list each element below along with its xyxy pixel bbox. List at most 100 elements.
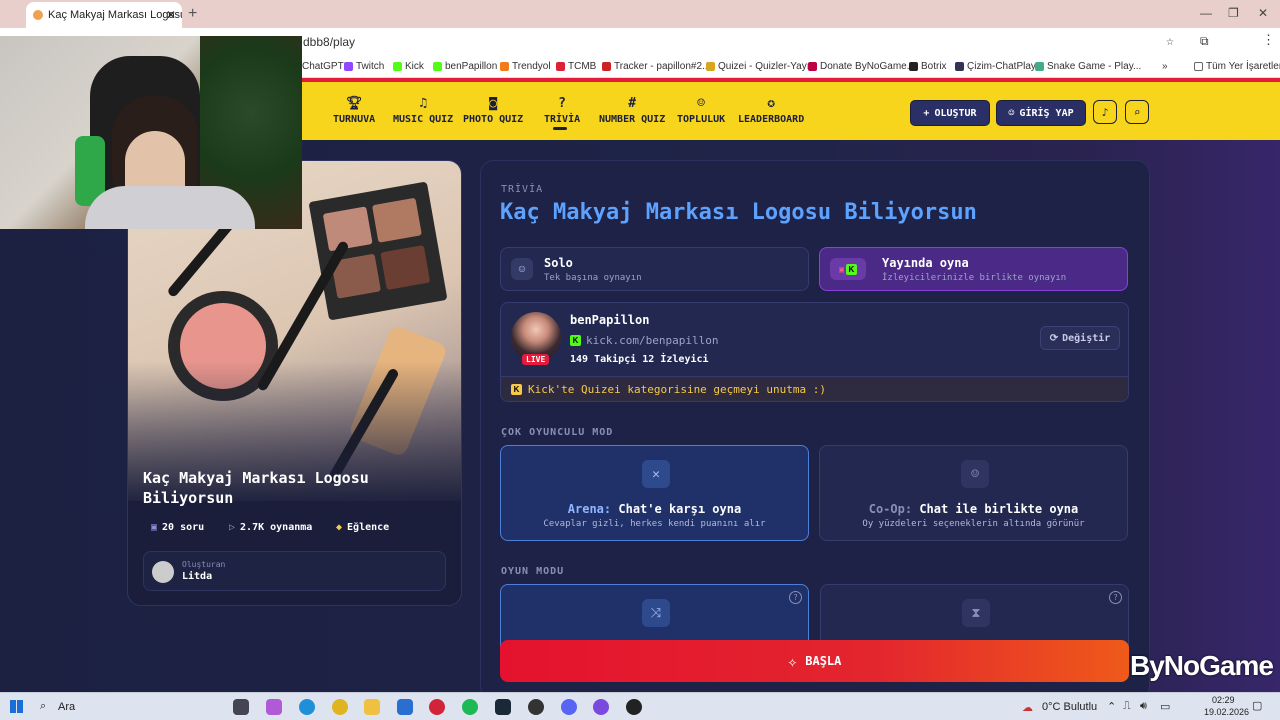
start-button[interactable]: ✧ BAŞLA: [500, 640, 1129, 682]
copilot-icon[interactable]: [266, 699, 282, 715]
bookmark-item[interactable]: Kick: [393, 61, 424, 72]
bookmark-item[interactable]: Snake Game - Play...: [1035, 61, 1141, 72]
kick-icon: K: [570, 335, 581, 346]
nav-number-quiz[interactable]: # NUMBER QUIZ: [599, 96, 665, 125]
streamer-sweater-image: [85, 186, 255, 229]
hash-icon: #: [628, 96, 637, 111]
tray-chevron-icon[interactable]: ⌃: [1107, 700, 1116, 713]
clock-time[interactable]: 02:29: [1212, 695, 1235, 705]
coop-prefix: Co-Op:: [868, 502, 913, 516]
new-tab-button[interactable]: +: [188, 5, 197, 23]
medal-icon: ✪: [767, 96, 776, 111]
bynogame-logo: ByNoGame: [1130, 650, 1274, 681]
help-icon[interactable]: ?: [789, 591, 802, 604]
creator-name[interactable]: Litda: [182, 571, 212, 582]
all-bookmarks-button[interactable]: Tüm Yer İşaretleri: [1194, 61, 1280, 72]
clock-date[interactable]: 19.02.2026: [1204, 707, 1249, 717]
bookmark-item[interactable]: Twitch: [344, 61, 384, 72]
arena-mode-option[interactable]: ✕ Arena: Chat'e karşı oyna Cevaplar gizl…: [500, 445, 809, 541]
quiz-category: TRİVİA: [501, 184, 544, 195]
create-button[interactable]: + OLUŞTUR: [910, 100, 990, 126]
battery-icon[interactable]: ▭: [1160, 700, 1170, 713]
star-icon[interactable]: ☆: [1166, 34, 1174, 49]
bookmark-item[interactable]: benPapillon: [433, 61, 497, 72]
solo-title: Solo: [544, 256, 573, 270]
bookmark-item[interactable]: Botrix: [909, 61, 947, 72]
app-icon[interactable]: [528, 699, 544, 715]
sparkle-icon: ✧: [787, 651, 798, 671]
users-icon: ☺: [961, 460, 989, 488]
discord-icon[interactable]: [561, 699, 577, 715]
question-count: ▣ 20 soru: [151, 522, 205, 533]
edge-icon[interactable]: [299, 699, 315, 715]
file-explorer-icon[interactable]: [364, 699, 380, 715]
steam-icon[interactable]: [495, 699, 511, 715]
shuffle-icon: ⤨: [642, 599, 670, 627]
nav-leaderboard[interactable]: ✪ LEADERBOARD: [738, 96, 804, 125]
arena-subtitle: Cevaplar gizli, herkes kendi puanını alı…: [543, 519, 766, 529]
tag-icon: ◆: [336, 522, 343, 533]
nav-topluluk[interactable]: ☺ TOPLULUK: [677, 96, 725, 125]
tab-title: Kaç Makyaj Markası Logosu Bi: [48, 9, 182, 21]
nav-trivia[interactable]: ? TRİVİA: [544, 96, 580, 125]
search-icon[interactable]: ⌕: [1125, 100, 1149, 124]
coop-subtitle: Oy yüzdeleri seçeneklerin altında görünü…: [862, 519, 1085, 529]
window-close-icon[interactable]: ✕: [1258, 6, 1268, 20]
bookmark-item[interactable]: Quizei - Quizler-Yayın: [706, 61, 815, 72]
taskbar-search[interactable]: Ara: [58, 701, 75, 713]
change-streamer-button[interactable]: ⟳ Değiştir: [1040, 326, 1120, 350]
bookmark-item[interactable]: Tracker - papillon#2...: [602, 61, 710, 72]
site-favicon-icon: [33, 10, 43, 20]
game-mode-section-title: OYUN MODU: [501, 566, 565, 577]
extensions-icon[interactable]: ⧉: [1200, 34, 1209, 49]
opera-icon[interactable]: [429, 699, 445, 715]
stream-title: Yayında oyna: [882, 256, 969, 270]
bookmark-item[interactable]: TCMB: [556, 61, 596, 72]
nav-photo-quiz[interactable]: ◙ PHOTO QUIZ: [463, 96, 523, 125]
app-icon[interactable]: [593, 699, 609, 715]
notification-icon[interactable]: ▢: [1252, 699, 1262, 712]
bookmark-item[interactable]: Çizim-ChatPlay: [955, 61, 1036, 72]
user-icon: ☺: [1008, 107, 1015, 119]
solo-mode-option[interactable]: ☺ Solo Tek başına oynayın: [500, 247, 809, 291]
browser-tab[interactable]: Kaç Makyaj Markası Logosu Bi✕: [26, 2, 182, 28]
stream-mode-option[interactable]: ▣ K Yayında oyna İzleyicilerinizle birlik…: [819, 247, 1128, 291]
coop-title: Chat ile birlikte oyna: [919, 502, 1079, 516]
login-button[interactable]: ☺ GİRİŞ YAP: [996, 100, 1086, 126]
stream-subtitle: İzleyicilerinizle birlikte oynayın: [882, 273, 1067, 283]
play-icon: ▷: [229, 522, 236, 533]
notification-bell-icon[interactable]: ♪: [1093, 100, 1117, 124]
close-tab-icon[interactable]: ✕: [166, 8, 176, 22]
chrome-icon[interactable]: [332, 699, 348, 715]
volume-icon[interactable]: 🔊︎: [1140, 700, 1147, 713]
maximize-icon[interactable]: ❐: [1228, 6, 1239, 20]
task-view-icon[interactable]: [233, 699, 249, 715]
plus-icon: +: [923, 107, 930, 119]
bookmarks-more-button[interactable]: »: [1162, 61, 1168, 72]
platforms-icon: ▣ K: [830, 258, 866, 280]
play-count: ▷ 2.7K oynanma: [229, 522, 313, 533]
camera-icon: ◙: [489, 96, 498, 111]
help-icon[interactable]: ?: [1109, 591, 1122, 604]
nav-music-quiz[interactable]: ♫ MUSIC QUIZ: [393, 96, 453, 125]
bookmark-item[interactable]: ChatGPT: [302, 61, 344, 72]
streamer-channel[interactable]: Kkick.com/benpapillon: [570, 334, 718, 347]
spotify-icon[interactable]: [462, 699, 478, 715]
network-icon[interactable]: ⎍: [1123, 700, 1131, 713]
start-menu-icon[interactable]: [10, 700, 23, 713]
refresh-icon: ⟳: [1049, 332, 1059, 344]
menu-icon[interactable]: ⋮: [1262, 33, 1275, 48]
creator-box[interactable]: Oluşturan Litda: [143, 551, 446, 591]
minimize-icon[interactable]: —: [1200, 6, 1212, 20]
weather-icon: ☁: [1022, 702, 1033, 714]
coop-mode-option[interactable]: ☺ Co-Op: Chat ile birlikte oyna Oy yüzde…: [819, 445, 1128, 541]
nav-turnuva[interactable]: 🏆︎ TURNUVA: [333, 96, 375, 125]
search-icon[interactable]: ⌕: [40, 700, 46, 713]
store-icon[interactable]: [397, 699, 413, 715]
streamer-name: benPapillon: [570, 313, 650, 327]
bookmark-item[interactable]: Donate ByNoGame...: [808, 61, 915, 72]
weather-text[interactable]: 0°C Bulutlu: [1042, 701, 1097, 713]
url-text[interactable]: dbb8/play: [303, 35, 355, 49]
bookmark-item[interactable]: Trendyol: [500, 61, 551, 72]
obs-icon[interactable]: [626, 699, 642, 715]
